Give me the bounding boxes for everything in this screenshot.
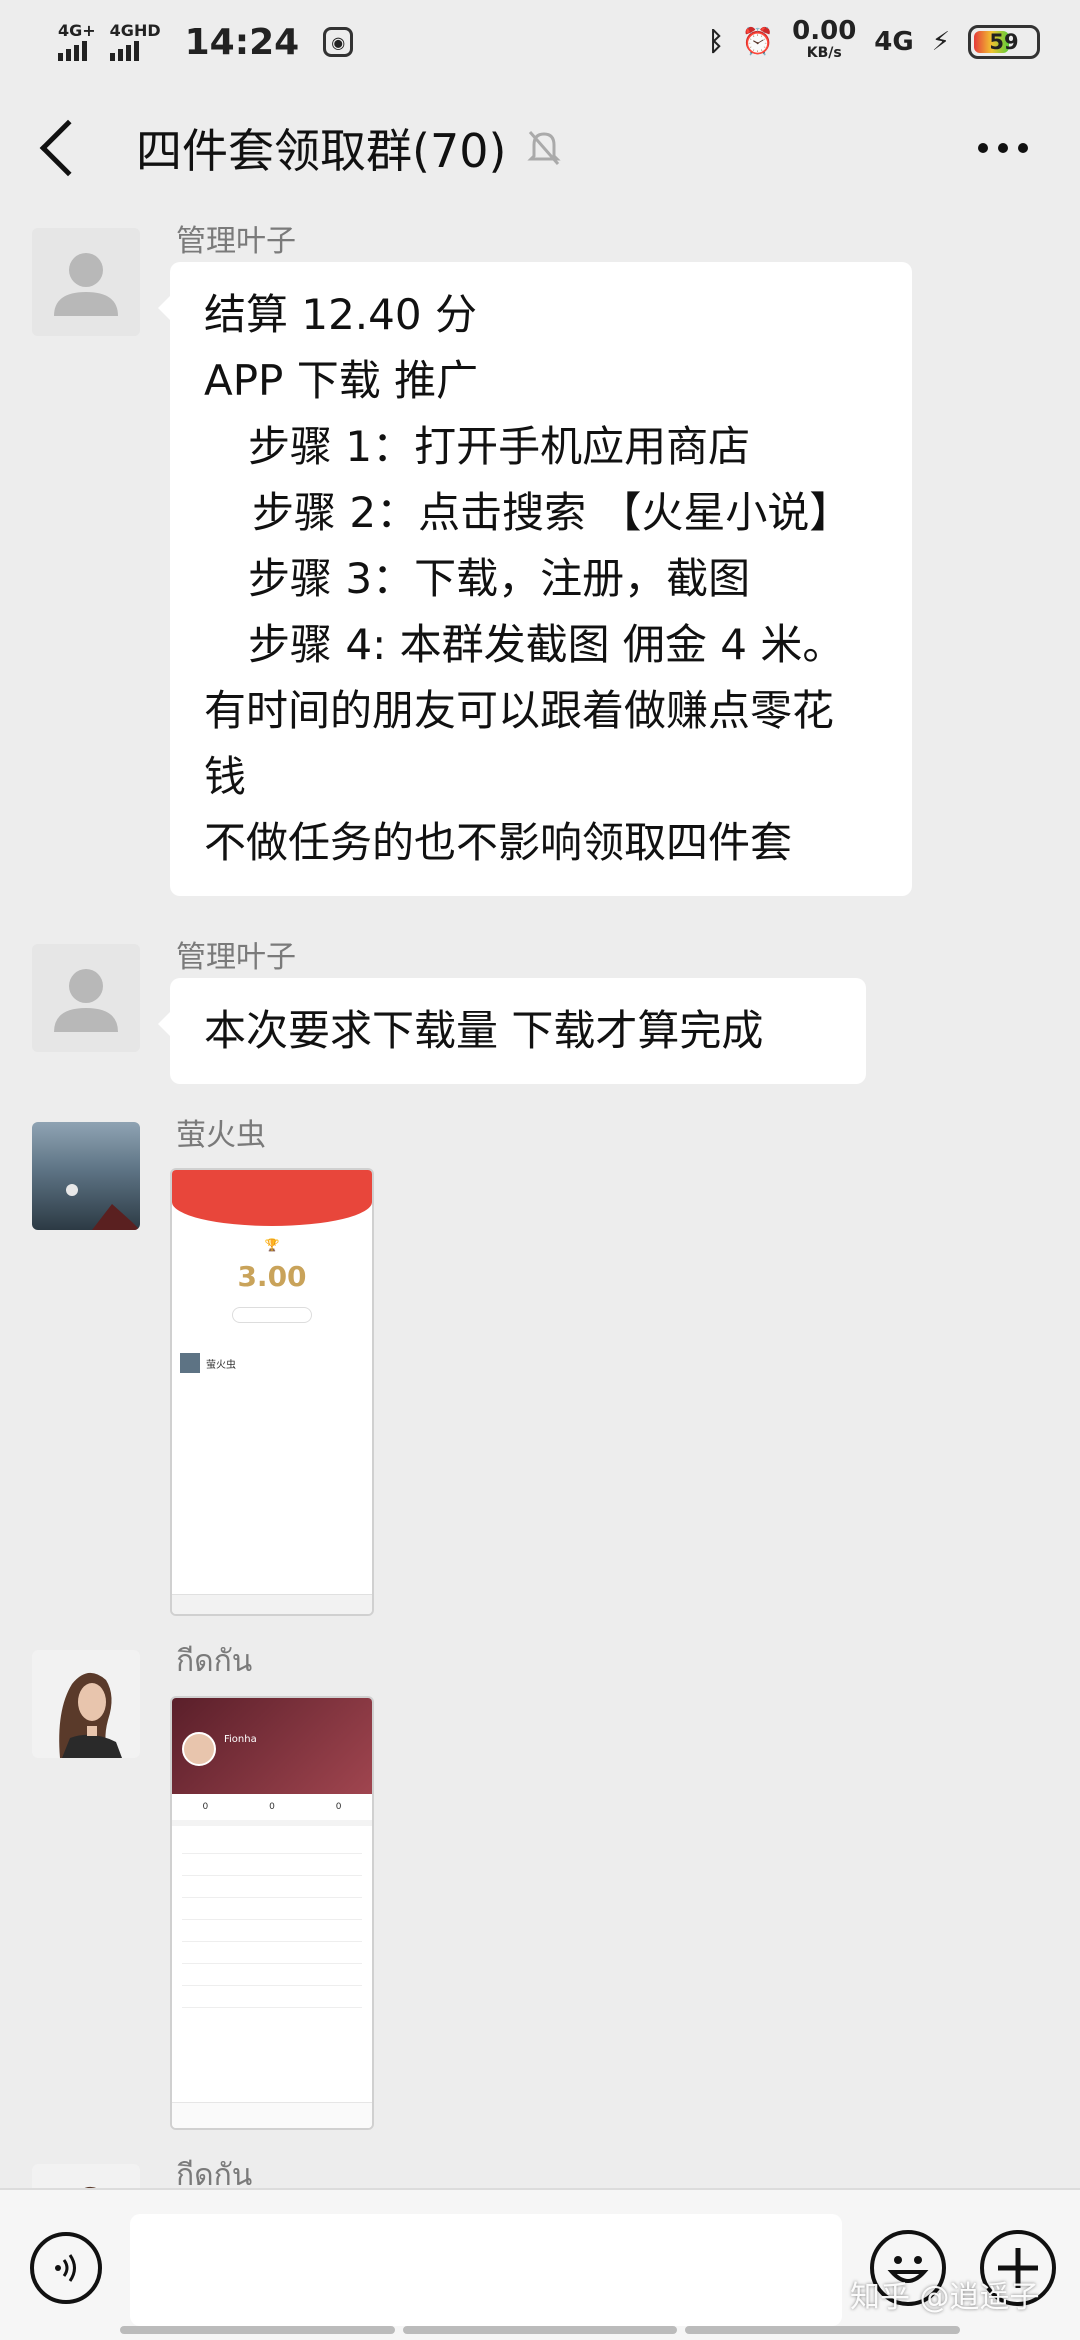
clock: 14:24: [184, 21, 300, 63]
message-line: 步骤 2：点击搜索 【火星小说】: [252, 488, 852, 537]
avatar[interactable]: [32, 1122, 140, 1230]
avatar[interactable]: [32, 228, 140, 336]
watermark: 知乎 @逍遥子: [850, 2280, 1040, 2315]
sender-name: กีดกัน: [176, 1644, 253, 1679]
voice-icon: [55, 2254, 76, 2282]
message-line: 步骤 1：打开手机应用商店: [248, 422, 751, 471]
chat-header: 四件套领取群(70): [0, 84, 1080, 212]
alarm-icon: ⏰: [741, 27, 775, 57]
image-user: 萤火虫: [206, 1359, 236, 1371]
portrait-avatar: [32, 1650, 140, 1758]
battery-indicator: 59: [968, 25, 1040, 59]
image-message[interactable]: 🏆 3.00 萤火虫: [170, 1168, 374, 1616]
more-options-button[interactable]: [978, 143, 1028, 153]
status-bar: 4G+ 4GHD 14:24 ◉ ᛒ ⏰ 0.00 KB/s 4G ⚡ 59: [0, 0, 1080, 84]
back-arrow-icon[interactable]: [39, 119, 97, 177]
signal-indicator-1: 4G+: [58, 23, 96, 61]
input-bar: [0, 2188, 1080, 2340]
chat-title: 四件套领取群(70): [136, 124, 507, 178]
default-avatar-icon: [32, 944, 140, 1052]
message-line: 结算 12.40 分: [204, 290, 477, 339]
system-gesture-bar: [120, 2326, 961, 2334]
voice-input-button[interactable]: [30, 2232, 102, 2304]
signal-indicator-2: 4GHD: [109, 23, 161, 61]
avatar[interactable]: [32, 944, 140, 1052]
mute-bell-icon: [527, 131, 562, 165]
image-amount: 3.00: [237, 1260, 307, 1293]
message-line: 步骤 3：下载，注册，截图: [248, 554, 751, 603]
message-line: 步骤 4: 本群发截图 佣金 4 米。: [248, 620, 845, 669]
charging-icon: ⚡: [931, 27, 950, 57]
message-bubble[interactable]: 本次要求下载量 下载才算完成: [158, 978, 866, 1084]
message-line: 不做任务的也不影响领取四件套: [204, 818, 793, 867]
message-bubble[interactable]: 结算 12.40 分 APP 下载 推广 步骤 1：打开手机应用商店 步骤 2：…: [158, 262, 912, 896]
image-message[interactable]: Fionha 000: [170, 1696, 374, 2130]
network-type: 4G: [874, 27, 914, 57]
sender-name: 萤火虫: [176, 1118, 266, 1153]
sender-name: 管理叶子: [176, 224, 296, 259]
default-avatar-icon: [32, 228, 140, 336]
message-line: 本次要求下载量 下载才算完成: [204, 1006, 764, 1055]
avatar[interactable]: [32, 1650, 140, 1758]
bluetooth-icon: ᛒ: [708, 27, 724, 57]
network-speed: 0.00 KB/s: [792, 16, 857, 61]
image-profile-name: Fionha: [224, 1734, 257, 1745]
app-notification-icon: ◉: [323, 27, 354, 57]
message-line: 钱: [204, 752, 247, 801]
message-input[interactable]: [130, 2214, 842, 2326]
message-line: 有时间的朋友可以跟着做赚点零花: [204, 686, 835, 735]
message-line: APP 下载 推广: [204, 356, 479, 405]
sea-photo-avatar: [32, 1122, 140, 1230]
sender-name: 管理叶子: [176, 940, 296, 975]
